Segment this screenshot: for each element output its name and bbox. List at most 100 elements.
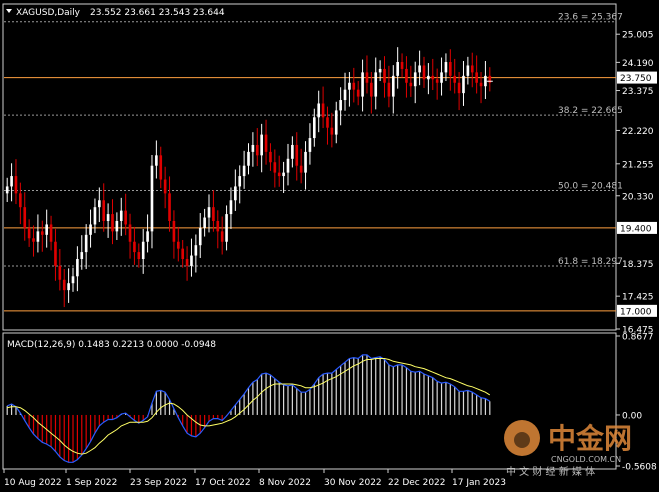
candle-body: [409, 82, 413, 87]
candle-body: [194, 245, 198, 256]
candle-body: [190, 255, 193, 266]
candle-body: [348, 82, 351, 90]
candle-body: [36, 231, 40, 242]
candle-body: [220, 231, 224, 242]
candle-body: [326, 117, 329, 128]
candle-body: [150, 165, 154, 232]
candle-body: [418, 65, 421, 73]
candle-body: [470, 65, 474, 73]
candle-body: [212, 207, 215, 221]
fib-label: 61.8 = 18.297: [558, 257, 623, 267]
fibonacci-levels: 23.6 = 25.367 38.2 = 22.665 50.0 = 20.481 6…: [4, 13, 623, 267]
candle-body: [146, 231, 149, 242]
dropdown-triangle-icon[interactable]: [6, 9, 12, 13]
candle-body: [141, 241, 145, 260]
time-tick-label: 22 Dec 2022: [388, 478, 446, 488]
chart-title: XAGUSD,Daily: [16, 8, 81, 18]
candle-body: [400, 62, 404, 69]
time-axis: 10 Aug 2022 1 Sep 2022 23 Sep 2022 17 Oct 2…: [3, 469, 506, 488]
candle-body: [453, 75, 457, 83]
candle-body: [295, 144, 299, 166]
price-tick-label: 20.330: [622, 192, 654, 202]
price-tick-label: 22.220: [622, 127, 654, 137]
time-tick-label: 30 Nov 2022: [324, 478, 382, 488]
price-tick-label: 21.255: [622, 160, 654, 170]
candle-body: [264, 134, 268, 152]
price-tick-label: 18.375: [622, 260, 654, 270]
macd-tick-label: 0.8677: [622, 333, 654, 343]
price-lines: [4, 77, 616, 312]
candle-body: [317, 103, 321, 118]
candle-body: [312, 117, 316, 139]
watermark-logo-inner: [514, 432, 530, 448]
candle-body: [198, 227, 202, 246]
time-tick-label: 10 Aug 2022: [4, 478, 62, 488]
candle-body: [260, 134, 263, 156]
chart-canvas: 23.6 = 25.367 38.2 = 22.665 50.0 = 20.481 6…: [2, 3, 657, 488]
candle-body: [422, 65, 426, 80]
macd-histogram: [6, 354, 491, 463]
candle-body: [466, 65, 470, 76]
candle-body: [185, 259, 189, 266]
candle-body: [106, 214, 110, 221]
candle-body: [479, 82, 483, 87]
price-tick-label: 24.190: [622, 59, 654, 69]
candle-body: [234, 186, 237, 201]
candle-body: [449, 62, 452, 76]
candle-body: [247, 151, 250, 166]
candle-body: [356, 89, 360, 97]
candle-body: [255, 144, 259, 156]
candle-body: [339, 100, 342, 111]
price-tag-label: 19.400: [620, 224, 652, 234]
candle-body: [159, 155, 163, 180]
candle-body: [89, 224, 92, 235]
candle-body: [67, 283, 70, 291]
candle-body: [286, 158, 290, 173]
candle-body: [444, 62, 448, 73]
candle-body: [282, 172, 285, 177]
candle-body: [102, 200, 106, 221]
candle-body: [207, 207, 211, 218]
candle-body: [93, 207, 97, 225]
candles: [5, 47, 493, 308]
price-tick-label: 17.425: [622, 293, 654, 303]
candle-body: [84, 234, 88, 253]
candle-body: [374, 72, 378, 97]
candle-body: [225, 214, 228, 242]
candle-body: [391, 75, 395, 97]
candle-body: [163, 179, 167, 194]
candle-body: [269, 151, 272, 163]
candle-body: [111, 214, 114, 232]
candle-body: [291, 144, 294, 159]
candle-body: [361, 72, 364, 97]
candle-body: [435, 79, 439, 83]
candle-body: [115, 221, 119, 232]
candle-body: [5, 186, 9, 194]
candle-body: [54, 241, 57, 266]
candle-body: [119, 210, 123, 221]
candle-body: [457, 82, 461, 94]
candle-body: [124, 210, 127, 225]
fib-label: 50.0 = 20.481: [558, 182, 623, 192]
time-tick-label: 17 Oct 2022: [195, 478, 251, 488]
candle-body: [277, 172, 281, 177]
candle-body: [299, 165, 303, 173]
candle-body: [343, 89, 347, 101]
candle-body: [80, 252, 84, 260]
candle-body: [27, 227, 31, 239]
candle-body: [413, 72, 417, 87]
candle-body: [172, 221, 176, 242]
price-tag-label: 23.750: [620, 74, 652, 84]
candle-body: [45, 224, 48, 235]
ohlc-header: 23.552 23.661 23.543 23.644: [90, 8, 225, 18]
candle-body: [32, 238, 35, 242]
candle-body: [405, 68, 408, 83]
candle-body: [273, 162, 277, 173]
candle-body: [304, 151, 307, 173]
macd-tick-label: -0.5608: [622, 463, 657, 473]
time-tick-label: 17 Jan 2023: [452, 478, 506, 488]
price-tag-label: 17.000: [620, 307, 652, 317]
time-tick-label: 23 Sep 2022: [130, 478, 187, 488]
candle-body: [137, 252, 141, 260]
candle-body: [98, 200, 101, 208]
